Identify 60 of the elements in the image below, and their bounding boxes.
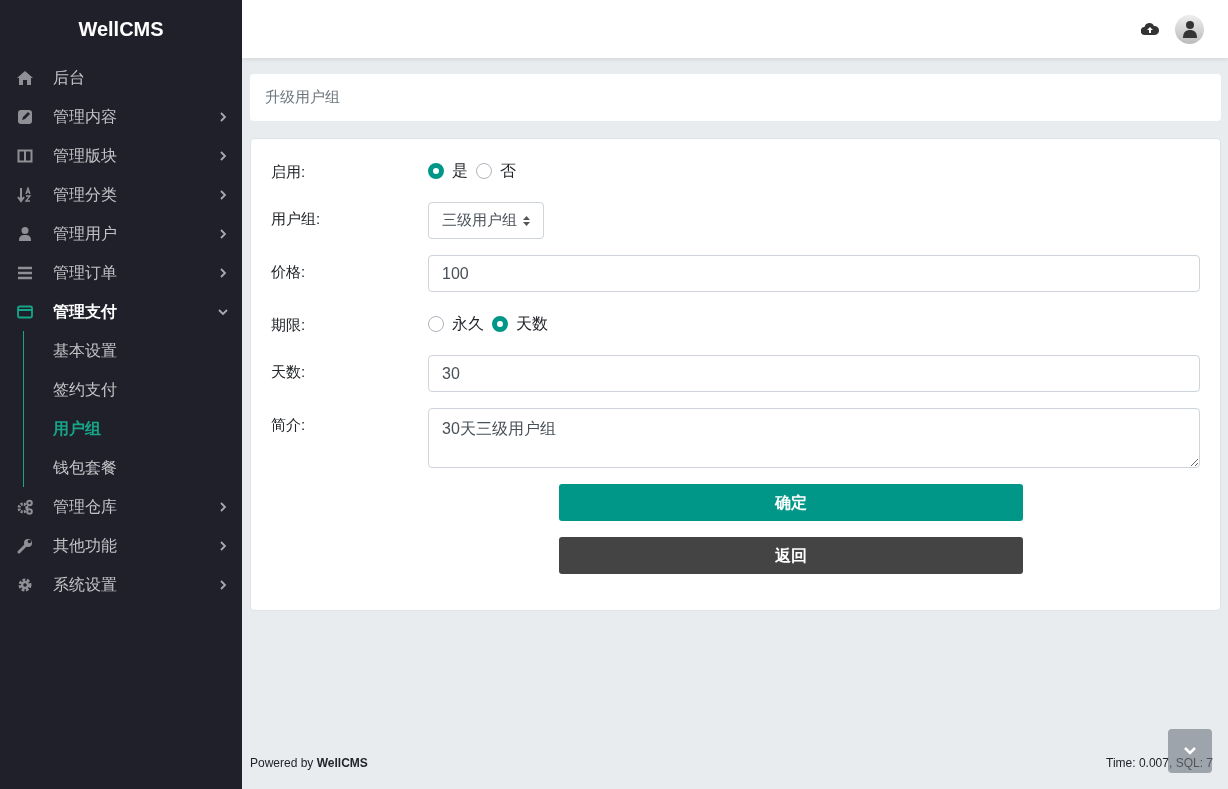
field-label: 简介: <box>271 415 307 435</box>
field-label: 价格: <box>271 262 307 282</box>
columns-icon <box>17 147 33 164</box>
radio-label: 天数 <box>516 314 548 334</box>
user-icon <box>17 225 33 242</box>
sidebar-item[interactable]: 系统设置 <box>0 565 242 604</box>
chevron-right-icon <box>218 189 228 200</box>
avatar[interactable] <box>1175 14 1204 44</box>
radio-button[interactable] <box>428 316 444 332</box>
submenu-item[interactable]: 签约支付 <box>24 370 242 409</box>
chevron-right-icon <box>218 111 228 122</box>
breadcrumb-bar: 升级用户组 <box>250 74 1221 121</box>
sort-alpha-icon <box>17 186 33 203</box>
submenu-item[interactable]: 钱包套餐 <box>24 448 242 487</box>
chevron-right-icon <box>218 501 228 512</box>
submenu-item[interactable]: 用户组 <box>24 409 242 448</box>
up-down-caret-icon <box>523 215 530 226</box>
powered-by-text: Powered by WellCMS <box>250 755 368 772</box>
user-group-select[interactable]: 三级用户组 <box>428 202 544 239</box>
gears-icon <box>17 498 33 515</box>
radio-button[interactable] <box>492 316 508 332</box>
chevron-right-icon <box>218 228 228 239</box>
input-field[interactable]: 30 <box>428 355 1200 392</box>
radio-button[interactable] <box>428 163 444 179</box>
wrench-icon <box>17 537 33 554</box>
chevron-down-icon <box>1184 747 1196 755</box>
field-label: 启用: <box>271 162 307 182</box>
cloud-upload-icon[interactable] <box>1141 22 1159 36</box>
chevron-right-icon <box>218 267 228 278</box>
chevron-down-icon <box>218 306 228 317</box>
submenu-item[interactable]: 基本设置 <box>24 331 242 370</box>
confirm-button[interactable]: 确定 <box>558 484 1023 521</box>
description-textarea[interactable]: 30天三级用户组 <box>428 408 1200 468</box>
radio-button[interactable] <box>476 163 492 179</box>
chevron-right-icon <box>218 150 228 161</box>
sidebar-item[interactable]: 管理内容 <box>0 97 242 136</box>
radio-label: 否 <box>500 161 516 181</box>
back-button[interactable]: 返回 <box>558 537 1023 574</box>
sidebar-item[interactable]: 管理支付 <box>0 292 242 331</box>
settings-icon <box>17 576 33 593</box>
field-label: 用户组: <box>271 209 322 229</box>
input-field[interactable]: 100 <box>428 255 1200 292</box>
home-icon <box>17 69 33 86</box>
sidebar-item[interactable]: 管理版块 <box>0 136 242 175</box>
brand-logo[interactable]: WellCMS <box>0 0 242 58</box>
sidebar-item[interactable]: 其他功能 <box>0 526 242 565</box>
sidebar-item[interactable]: 后台 <box>0 58 242 97</box>
list-icon <box>17 264 33 281</box>
chevron-right-icon <box>218 579 228 590</box>
sidebar-item[interactable]: 管理分类 <box>0 175 242 214</box>
field-label: 期限: <box>271 315 307 335</box>
radio-label: 是 <box>452 161 468 181</box>
credit-card-icon <box>17 303 33 320</box>
pencil-square-icon <box>17 108 33 125</box>
radio-label: 永久 <box>452 314 484 334</box>
chevron-right-icon <box>218 540 228 551</box>
sidebar-item[interactable]: 管理仓库 <box>0 487 242 526</box>
field-label: 天数: <box>271 362 307 382</box>
sidebar-item[interactable]: 管理订单 <box>0 253 242 292</box>
sidebar-item[interactable]: 管理用户 <box>0 214 242 253</box>
